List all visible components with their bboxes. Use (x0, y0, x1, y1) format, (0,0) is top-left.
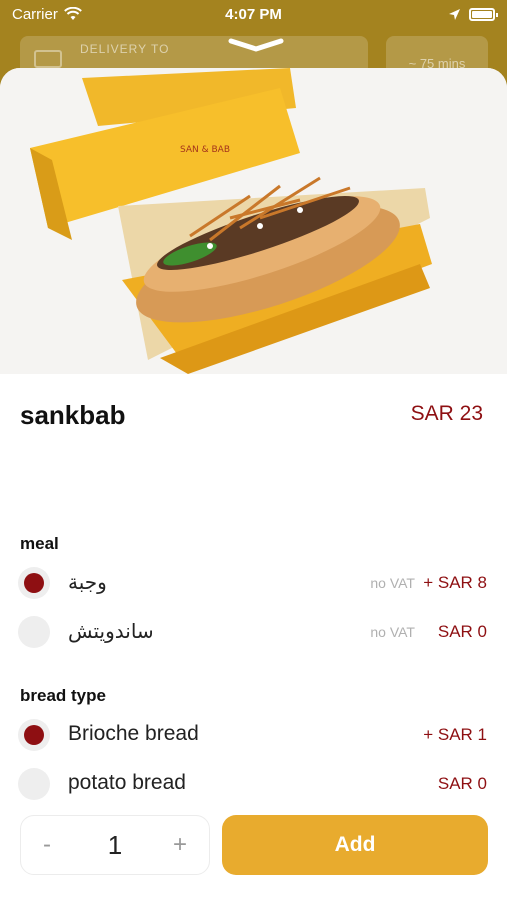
option-row-sandwich[interactable]: ساندويتش no VAT SAR 0 (0, 613, 507, 653)
location-arrow-icon (449, 8, 460, 20)
radio-button-selected[interactable] (18, 567, 50, 599)
battery-icon (469, 7, 498, 21)
wifi-icon (63, 7, 82, 20)
section-title-bread-type: bread type (20, 686, 106, 705)
option-label: ساندويتش (68, 619, 154, 643)
carrier-label: Carrier (12, 5, 58, 23)
radio-button[interactable] (18, 616, 50, 648)
vat-note: no VAT (370, 575, 415, 591)
option-price: + SAR 1 (423, 725, 487, 744)
product-image: SAN & BAB (0, 68, 507, 374)
product-price: SAR 23 (410, 402, 483, 425)
option-price: + SAR 8 (423, 573, 487, 592)
radio-button[interactable] (18, 768, 50, 800)
status-left: Carrier (12, 6, 82, 23)
option-price: SAR 0 (437, 622, 487, 641)
delivery-truck-icon (34, 50, 62, 68)
option-label: وجبة (68, 570, 107, 594)
radio-button-selected[interactable] (18, 719, 50, 751)
increment-button[interactable]: + (173, 831, 187, 859)
product-name: sankbab (20, 400, 126, 430)
product-sheet: SAN & BAB sankbab SAR 23 meal وجبة no VA… (0, 68, 507, 900)
add-to-cart-button[interactable]: Add (222, 815, 488, 875)
option-label: potato bread (68, 771, 186, 794)
option-label: Brioche bread (68, 722, 199, 745)
option-row-brioche[interactable]: Brioche bread + SAR 1 (0, 716, 507, 756)
chevron-down-icon[interactable] (228, 38, 284, 52)
delivery-label: DELIVERY TO (80, 42, 170, 56)
vat-note: no VAT (370, 624, 415, 640)
svg-text:SAN & BAB: SAN & BAB (180, 145, 230, 155)
section-title-meal: meal (20, 534, 59, 553)
option-row-meal[interactable]: وجبة no VAT + SAR 8 (0, 564, 507, 604)
quantity-stepper: - 1 + (20, 815, 210, 875)
option-price: SAR 0 (437, 774, 487, 793)
option-row-potato[interactable]: potato bread SAR 0 (0, 765, 507, 805)
status-right (448, 7, 498, 21)
status-bar: Carrier 4:07 PM (0, 0, 507, 28)
